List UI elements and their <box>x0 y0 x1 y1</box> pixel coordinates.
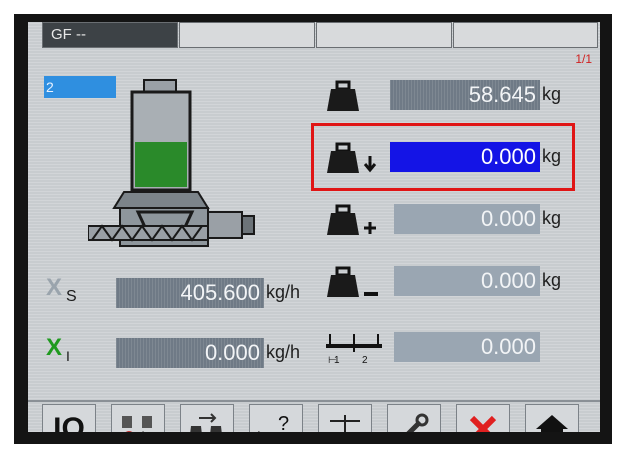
screw-conveyor <box>88 224 208 242</box>
toolbar-divider <box>28 400 600 402</box>
actual-flow-field: 0.000 <box>116 338 264 368</box>
actual-x-symbol: X <box>46 334 63 361</box>
swap-weight-icon <box>190 413 222 432</box>
dosing-config-icon <box>122 416 152 432</box>
wrench-icon <box>406 413 429 432</box>
setpoint-flow-unit: kg/h <box>266 282 301 302</box>
tab-gf-label: GF -- <box>51 26 86 43</box>
page-indicator: 1/1 <box>575 52 592 66</box>
ratio-balance-icon: ⊢ 1 2 <box>326 334 382 366</box>
ratio-field[interactable]: 0.000 <box>394 332 540 362</box>
tab-3[interactable] <box>316 22 452 48</box>
cancel-button[interactable] <box>456 404 510 432</box>
home-button[interactable] <box>525 404 579 432</box>
tab-gf[interactable]: GF -- <box>42 22 178 48</box>
tab-4[interactable] <box>453 22 598 48</box>
plus-tolerance-field[interactable]: 0.000 <box>394 204 540 234</box>
weight-minus-icon <box>327 266 378 297</box>
hmi-screen: GF -- 1/1 2 ⊢ 1 2 58.645 kg 0.000 kg 0.0… <box>28 22 600 432</box>
tools-button[interactable] <box>387 404 441 432</box>
scale-icon <box>330 415 360 432</box>
mode-label: IO <box>53 412 85 432</box>
tab-2[interactable] <box>179 22 315 48</box>
setpoint-x-symbol: X <box>46 274 63 301</box>
mode-button[interactable]: IO <box>42 404 96 432</box>
calibrate-button[interactable] <box>318 404 372 432</box>
svg-text:?: ? <box>278 413 289 432</box>
actual-weight-field: 58.645 <box>390 80 540 110</box>
highlight-box <box>311 123 575 191</box>
home-icon <box>536 415 568 432</box>
setpoint-subscript: S <box>66 288 77 305</box>
plus-tolerance-unit: kg <box>542 208 562 228</box>
minus-tolerance-unit: kg <box>542 270 562 290</box>
help-flow-button[interactable]: ? <box>249 404 303 432</box>
minus-tolerance-field[interactable]: 0.000 <box>394 266 540 296</box>
svg-text:1: 1 <box>334 355 340 366</box>
dosing-config-button[interactable] <box>111 404 165 432</box>
setpoint-flow-field[interactable]: 405.600 <box>116 278 264 308</box>
close-icon <box>469 415 497 432</box>
actual-subscript: I <box>66 348 70 364</box>
actual-weight-unit: kg <box>542 84 562 104</box>
actual-flow-unit: kg/h <box>266 342 301 362</box>
help-flow-icon: ? <box>258 413 289 432</box>
weight-plus-icon <box>327 204 376 235</box>
svg-text:2: 2 <box>362 355 368 366</box>
weight-icon <box>327 80 359 111</box>
swap-weight-button[interactable] <box>180 404 234 432</box>
